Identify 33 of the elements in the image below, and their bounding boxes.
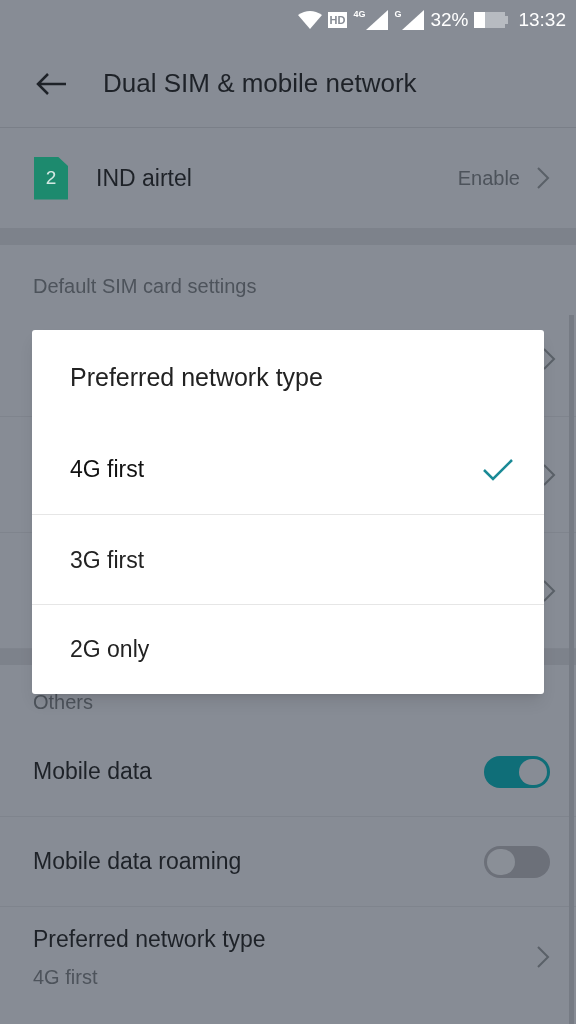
back-arrow-icon[interactable] — [35, 71, 67, 96]
page-title: Dual SIM & mobile network — [103, 67, 417, 100]
setting-label: Preferred network type — [33, 924, 267, 954]
option-item[interactable]: 2G only — [32, 604, 544, 694]
sim-card-icon: 2 — [34, 156, 68, 200]
battery-percent: 32% — [430, 7, 469, 32]
chevron-icon — [542, 578, 556, 603]
section-header: Default SIM card settings — [33, 274, 257, 299]
sim-status: Enable — [457, 166, 520, 191]
setting-label: Mobile data roaming — [33, 847, 243, 877]
signal-icon — [402, 10, 425, 30]
wifi-icon — [297, 11, 322, 29]
toggle-switch[interactable] — [484, 845, 550, 878]
signal-icon — [366, 10, 389, 30]
sim-row[interactable]: 2 IND airtel Enable — [0, 128, 576, 228]
network-type-label: G — [394, 10, 402, 19]
chevron-icon — [536, 166, 550, 190]
option-item[interactable]: 4G first — [32, 424, 544, 515]
sim-name: IND airtel — [96, 163, 193, 193]
check-icon — [482, 457, 514, 482]
hd-badge: HD — [327, 12, 348, 28]
setting-label: Mobile data — [33, 757, 153, 787]
clock: 13:32 — [518, 7, 566, 32]
dialog-title: Preferred network type — [70, 361, 323, 393]
setting-value: 4G first — [33, 965, 99, 991]
toggle-switch[interactable] — [484, 755, 550, 788]
network-type-label: 4G — [353, 10, 366, 19]
setting-row[interactable]: Preferred network type 4G first — [0, 907, 576, 1007]
chevron-icon — [542, 462, 556, 487]
option-item[interactable]: 3G first — [32, 514, 544, 605]
battery-icon — [474, 12, 509, 28]
chevron-icon — [542, 346, 556, 371]
chevron-icon — [536, 945, 550, 969]
